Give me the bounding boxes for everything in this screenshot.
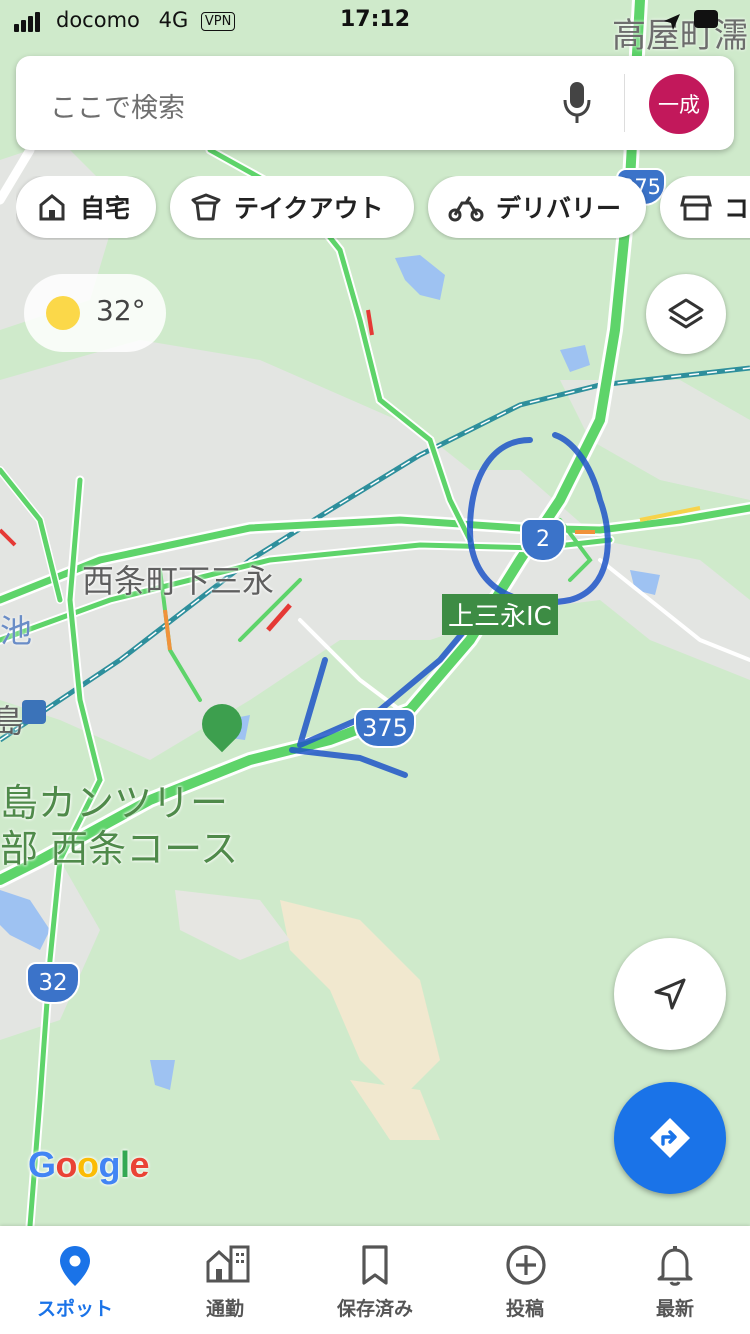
weather-temperature: 32° — [96, 294, 146, 327]
search-input[interactable]: ここで検索 — [50, 86, 185, 125]
train-station-icon[interactable] — [22, 700, 46, 724]
tab-updates[interactable]: 最新 — [600, 1226, 750, 1334]
commute-icon — [206, 1245, 250, 1283]
chip-delivery[interactable]: デリバリー — [428, 176, 646, 238]
weather-badge[interactable]: 32° — [24, 274, 166, 352]
home-icon — [39, 194, 65, 221]
chip-label: 自宅 — [80, 194, 131, 223]
bottom-navigation: スポット 通勤 保存済み 投稿 最新 — [0, 1226, 750, 1334]
status-time: 17:12 — [339, 7, 411, 32]
golf-course-label-line2[interactable]: 部 西条コース — [0, 818, 238, 873]
route-shield-32: 32 — [26, 962, 80, 1004]
location-pin-icon — [60, 1246, 90, 1286]
chip-label: テイクアウト — [234, 194, 384, 223]
google-logo: Google — [28, 1144, 150, 1185]
tab-contribute[interactable]: 投稿 — [450, 1226, 600, 1334]
add-circle-icon — [506, 1245, 546, 1285]
tab-label: 最新 — [655, 1298, 694, 1320]
delivery-icon — [448, 196, 484, 222]
my-location-button[interactable] — [614, 938, 726, 1050]
bell-icon — [657, 1246, 693, 1286]
navigation-arrow-icon — [654, 978, 686, 1010]
interchange-label[interactable]: 上三永IC — [442, 594, 558, 635]
battery-icon — [694, 10, 718, 28]
microphone-icon[interactable] — [560, 80, 594, 126]
category-chips: 自宅 テイクアウト デリバリー コ — [16, 176, 750, 240]
map-edge-label-2: 島 — [0, 702, 25, 740]
takeout-icon — [191, 193, 221, 221]
chip-store[interactable]: コ — [660, 176, 750, 238]
town-label-main[interactable]: 西条町下三永 — [82, 556, 274, 602]
tab-label: 保存済み — [336, 1298, 413, 1320]
store-icon — [680, 195, 712, 221]
chip-takeout[interactable]: テイクアウト — [170, 176, 414, 238]
search-bar[interactable]: ここで検索 一成 — [16, 56, 734, 150]
chip-label: コ — [724, 194, 750, 223]
status-bar: docomo 4G VPN 17:12 — [0, 0, 750, 42]
tab-label: スポット — [36, 1298, 113, 1320]
tab-label: 通勤 — [205, 1298, 244, 1320]
tab-commute[interactable]: 通勤 — [150, 1226, 300, 1334]
chip-label: デリバリー — [496, 194, 622, 223]
chip-home[interactable]: 自宅 — [16, 176, 156, 238]
directions-button[interactable] — [614, 1082, 726, 1194]
tab-label: 投稿 — [505, 1298, 544, 1320]
sun-icon — [46, 296, 80, 330]
location-arrow-icon — [664, 14, 680, 30]
tab-saved[interactable]: 保存済み — [300, 1226, 450, 1334]
tab-spot[interactable]: スポット — [0, 1226, 150, 1334]
route-shield-2: 2 — [520, 518, 566, 562]
layers-button[interactable] — [646, 274, 726, 354]
directions-icon — [650, 1118, 690, 1158]
bookmark-icon — [362, 1245, 388, 1285]
avatar[interactable]: 一成 — [649, 74, 709, 134]
map-edge-label-1: 池 — [0, 612, 33, 650]
search-divider — [624, 74, 625, 132]
layers-icon — [668, 298, 704, 329]
route-shield-375-mid: 375 — [354, 708, 416, 748]
